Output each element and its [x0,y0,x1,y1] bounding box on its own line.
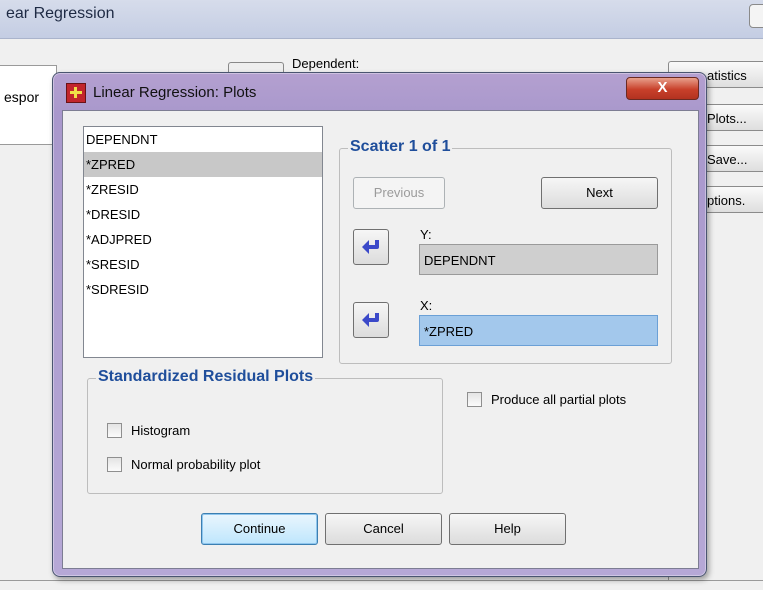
arrow-left-icon [362,240,379,254]
variable-item-sresid[interactable]: *SRESID [84,252,322,277]
background-window-control[interactable] [749,4,763,28]
previous-button[interactable]: Previous [353,177,445,209]
continue-label: Continue [233,521,286,536]
variable-item-zresid[interactable]: *ZRESID [84,177,322,202]
background-title-bar: ear Regression [0,0,763,39]
x-axis-value: *ZPRED [424,324,474,339]
standardized-residual-group: Standardized Residual Plots Histogram No… [87,368,443,494]
x-axis-label: X: [420,298,433,313]
variable-item-adjpred[interactable]: *ADJPRED [84,227,322,252]
continue-button[interactable]: Continue [201,513,318,545]
background-divider [0,580,763,581]
next-label: Next [586,185,613,200]
background-dependent-label: Dependent: [292,56,360,71]
background-window-title: ear Regression [6,5,115,22]
y-axis-value: DEPENDNT [424,253,496,268]
dialog-client-area: DEPENDNT *ZPRED *ZRESID *DRESID *ADJPRED… [62,110,699,569]
help-label: Help [494,521,521,536]
close-button[interactable]: X [626,77,699,100]
cancel-label: Cancel [363,521,404,536]
variable-item-sdresid[interactable]: *SDRESID [84,277,322,302]
x-axis-field[interactable]: *ZPRED [419,315,658,346]
partial-plots-checkbox[interactable] [467,392,482,407]
previous-label: Previous [373,185,425,200]
cancel-button[interactable]: Cancel [325,513,442,545]
move-y-button[interactable] [353,229,389,265]
background-variable-item: espor [4,89,40,105]
dialog-title: Linear Regression: Plots [93,84,257,101]
scatter-group: Scatter 1 of 1 Previous Next Y: DEPENDNT… [339,138,672,364]
variable-item-dependnt[interactable]: DEPENDNT [84,127,322,152]
y-axis-label: Y: [420,227,432,242]
partial-plots-label: Produce all partial plots [491,392,627,407]
variable-item-dresid[interactable]: *DRESID [84,202,322,227]
standardized-residual-title: Standardized Residual Plots [96,368,316,386]
histogram-label: Histogram [131,423,191,438]
variable-item-zpred[interactable]: *ZPRED [84,152,322,177]
scatter-group-title: Scatter 1 of 1 [348,138,453,156]
histogram-checkbox[interactable] [107,423,122,438]
help-button[interactable]: Help [449,513,566,545]
normal-probability-label: Normal probability plot [131,457,261,472]
spss-app-icon [66,83,86,103]
move-x-button[interactable] [353,302,389,338]
arrow-left-icon [362,313,379,327]
background-variable-list[interactable]: espor [0,65,57,145]
y-axis-field[interactable]: DEPENDNT [419,244,658,275]
plots-dialog: Linear Regression: Plots X DEPENDNT *ZPR… [52,72,707,577]
variable-list[interactable]: DEPENDNT *ZPRED *ZRESID *DRESID *ADJPRED… [83,126,323,358]
normal-probability-checkbox[interactable] [107,457,122,472]
next-button[interactable]: Next [541,177,658,209]
